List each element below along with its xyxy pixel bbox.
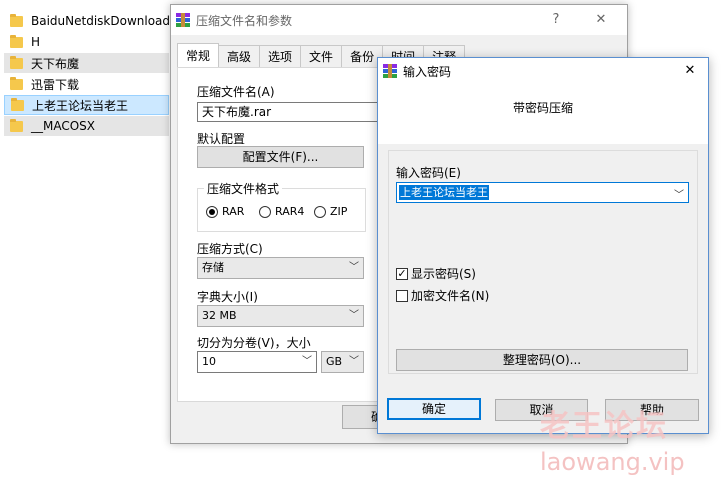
folder-icon <box>10 76 23 90</box>
folder-item[interactable]: 上老王论坛当老王 <box>4 95 169 115</box>
split-size-combo[interactable]: 10 ﹀ <box>197 351 317 373</box>
radio-icon <box>314 205 326 218</box>
select-value: 10 <box>202 355 216 368</box>
checkbox-icon <box>396 289 408 302</box>
password-dialog-title: 输入密码 <box>403 64 452 79</box>
radio-label: ZIP <box>330 205 348 218</box>
format-rar-radio[interactable]: RAR <box>206 205 244 218</box>
ok-button[interactable]: 确 <box>342 405 382 429</box>
folder-icon <box>10 118 23 132</box>
folder-item[interactable]: __MACOSX <box>4 116 169 136</box>
folder-icon <box>10 13 23 27</box>
password-dialog-titlebar[interactable]: 输入密码 ✕ <box>378 58 708 84</box>
winrar-icon <box>383 64 397 78</box>
checkbox-label: 加密文件名(N) <box>411 289 490 303</box>
ok-button[interactable]: 确定 <box>387 398 481 420</box>
tab-advanced[interactable]: 高级 <box>218 45 261 68</box>
folder-icon <box>10 34 23 48</box>
radio-selected-icon <box>206 205 218 218</box>
tab-files[interactable]: 文件 <box>300 45 343 68</box>
chevron-down-icon: ﹀ <box>302 356 312 367</box>
password-input[interactable]: 上老王论坛当老王 ﹀ <box>396 182 689 203</box>
folder-label: H <box>31 35 41 49</box>
folder-icon <box>10 55 23 69</box>
close-button[interactable]: ✕ <box>680 61 700 81</box>
password-value: 上老王论坛当老王 <box>399 185 489 200</box>
default-profile-label: 默认配置 <box>197 132 246 146</box>
select-value: 存储 <box>202 261 224 274</box>
organize-passwords-button[interactable]: 整理密码(O)... <box>396 349 688 371</box>
archive-dialog-title: 压缩文件名和参数 <box>196 13 293 28</box>
chevron-down-icon: ﹀ <box>349 262 359 273</box>
tab-general[interactable]: 常规 <box>177 43 220 68</box>
help-button[interactable]: ? <box>546 10 566 30</box>
close-button[interactable]: ✕ <box>591 10 611 30</box>
radio-label: RAR <box>222 205 245 218</box>
folder-item[interactable]: 天下布魔 <box>4 53 169 73</box>
archive-name-label: 压缩文件名(A) <box>197 85 275 99</box>
folder-item[interactable]: BaiduNetdiskDownload <box>4 11 171 31</box>
watermark-cn: 老王论坛 <box>540 409 668 444</box>
compression-method-select[interactable]: 存储 ﹀ <box>197 257 364 279</box>
enter-password-label: 输入密码(E) <box>396 166 461 180</box>
format-rar4-radio[interactable]: RAR4 <box>259 205 304 218</box>
tab-options[interactable]: 选项 <box>259 45 302 68</box>
chevron-down-icon[interactable]: ﹀ <box>674 186 684 201</box>
password-heading: 带密码压缩 <box>512 101 573 115</box>
radio-icon <box>259 205 271 218</box>
chevron-down-icon: ﹀ <box>349 310 359 321</box>
folder-label: 迅雷下载 <box>31 77 80 92</box>
format-zip-radio[interactable]: ZIP <box>314 205 347 218</box>
encrypt-filenames-checkbox[interactable]: 加密文件名(N) <box>396 287 489 304</box>
radio-label: RAR4 <box>275 205 305 218</box>
format-label: 压缩文件格式 <box>204 180 283 197</box>
profiles-button[interactable]: 配置文件(F)... <box>197 146 364 168</box>
compression-method-label: 压缩方式(C) <box>197 242 263 256</box>
watermark-url: laowang.vip <box>540 448 685 476</box>
archive-name-input[interactable]: 天下布魔.rar <box>197 102 387 122</box>
folder-label: 天下布魔 <box>31 56 80 71</box>
split-volumes-label: 切分为分卷(V)，大小 <box>197 336 311 350</box>
archive-dialog-titlebar[interactable]: 压缩文件名和参数 ? ✕ <box>171 5 627 35</box>
password-dialog: 输入密码 ✕ 带密码压缩 输入密码(E) 上老王论坛当老王 ﹀ ✓ 显示密码(S… <box>377 57 709 434</box>
password-heading-panel: 带密码压缩 <box>378 84 708 144</box>
dictionary-size-label: 字典大小(I) <box>197 290 258 304</box>
checkbox-checked-icon: ✓ <box>396 266 408 280</box>
folder-label: BaiduNetdiskDownload <box>31 14 171 28</box>
folder-item[interactable]: 迅雷下载 <box>4 74 169 94</box>
split-unit-select[interactable]: GB ﹀ <box>321 351 364 373</box>
dictionary-size-select[interactable]: 32 MB ﹀ <box>197 305 364 327</box>
select-value: 32 MB <box>202 309 237 322</box>
folder-icon <box>11 97 24 111</box>
show-password-checkbox[interactable]: ✓ 显示密码(S) <box>396 265 476 282</box>
chevron-down-icon: ﹀ <box>349 356 359 367</box>
folder-label: __MACOSX <box>31 119 96 133</box>
folder-label: 上老王论坛当老王 <box>32 98 129 113</box>
select-value: GB <box>326 355 343 368</box>
winrar-icon <box>176 13 190 27</box>
checkbox-label: 显示密码(S) <box>411 267 476 281</box>
folder-item[interactable]: H <box>4 32 169 52</box>
